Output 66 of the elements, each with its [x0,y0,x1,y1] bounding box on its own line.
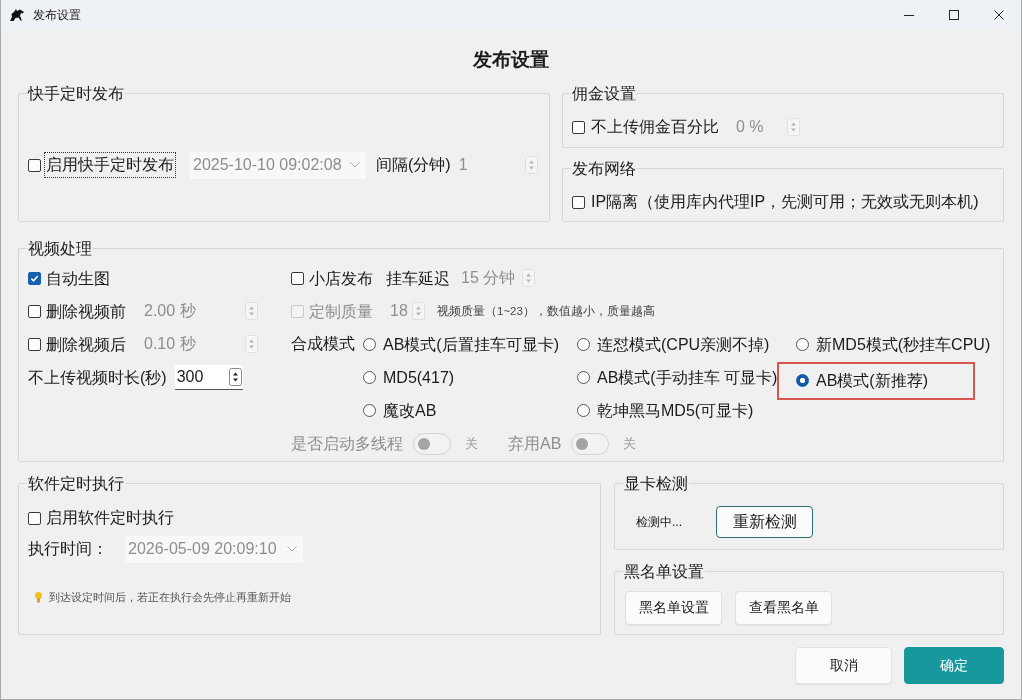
dialog-heading: 发布设置 [473,49,549,71]
radio-button[interactable] [796,338,809,351]
radio-label: AB模式(新推荐) [816,370,928,391]
radio-button[interactable] [577,338,590,351]
status-text: 检测中... [636,513,682,531]
radio-button[interactable] [577,404,590,417]
lightbulb-icon [35,591,42,603]
spin-box[interactable]: 300 [174,365,243,390]
group-title: 佣金设置 [571,85,637,102]
radio-button[interactable] [796,374,809,387]
chevron-down-icon [287,546,297,552]
field-label: 执行时间： [28,539,108,559]
radio-label: AB模式(手动挂车 可显卡) [597,367,778,388]
checkbox-label: 启用软件定时执行 [46,508,174,528]
radio-button[interactable] [363,338,376,351]
group-title: 视频处理 [27,240,93,257]
maximize-icon [948,10,959,20]
field-label: 挂车延迟 [386,268,450,289]
group-title: 黑名单设置 [623,563,705,580]
window-title: 发布设置 [33,6,81,24]
cancel-button[interactable]: 取消 [795,647,892,684]
field-label: 间隔(分钟) [376,155,451,175]
radio-label: 乾坤黑马MD5(可显卡) [597,400,754,421]
checkbox[interactable] [291,272,304,285]
hint-text: 视频质量（1~23），数值越小，质量越高 [437,304,655,319]
radio-label: 魔改AB [383,400,437,421]
hint-text: 到达设定时间后，若正在执行会先停止再重新开始 [49,589,291,605]
switch-label: 是否启动多线程 [291,433,403,454]
switch-label: 弃用AB [508,433,562,454]
checkbox-label: 小店发布 [309,268,373,289]
radio-button[interactable] [577,371,590,384]
group-title: 发布网络 [571,160,637,177]
checkbox[interactable] [28,272,41,285]
checkbox[interactable] [572,120,585,134]
checkbox[interactable] [28,158,41,172]
chevron-down-icon [350,162,360,168]
radio-label: AB模式(后置挂车可显卡) [383,334,559,355]
confirm-button[interactable]: 确定 [904,647,1004,684]
checkbox-label: 定制质量 [309,301,373,322]
radio-button[interactable] [363,404,376,417]
checkbox-label: 启用快手定时发布 [44,152,176,178]
close-icon [993,10,1004,20]
blacklist-button[interactable]: 查看黑名单 [735,591,832,625]
blacklist-button[interactable]: 黑名单设置 [625,591,722,625]
radio-button[interactable] [363,371,376,384]
checkbox-label: 删除视频后 [46,334,126,355]
radio-label: 新MD5模式(秒挂车CPU) [816,334,991,355]
horse-icon [9,8,25,22]
switch-state-text: 关 [465,434,478,453]
checkbox-label: 自动生图 [46,268,110,289]
field-label: 不上传视频时长(秒) [28,367,167,388]
checkbox-label: 删除视频前 [46,301,126,322]
radio-label: MD5(417) [383,367,455,388]
switch-state-text: 关 [623,434,637,453]
checkbox[interactable] [572,195,585,209]
group-title: 快手定时发布 [27,85,125,102]
spin-arrows-icon[interactable] [228,368,242,386]
minimize-icon [903,14,914,16]
radio-label: 连怼模式(CPU亲测不掉) [597,334,770,355]
checkbox-label: IP隔离（使用库内代理IP，先测可用；无效或无则本机) [591,192,979,212]
checkbox-label: 不上传佣金百分比 [591,117,719,137]
group-title: 软件定时执行 [27,475,125,492]
checkbox[interactable] [28,511,41,525]
recheck-button[interactable]: 重新检测 [716,506,813,538]
group-title: 显卡检测 [623,475,689,492]
field-label: 合成模式 [291,334,356,354]
